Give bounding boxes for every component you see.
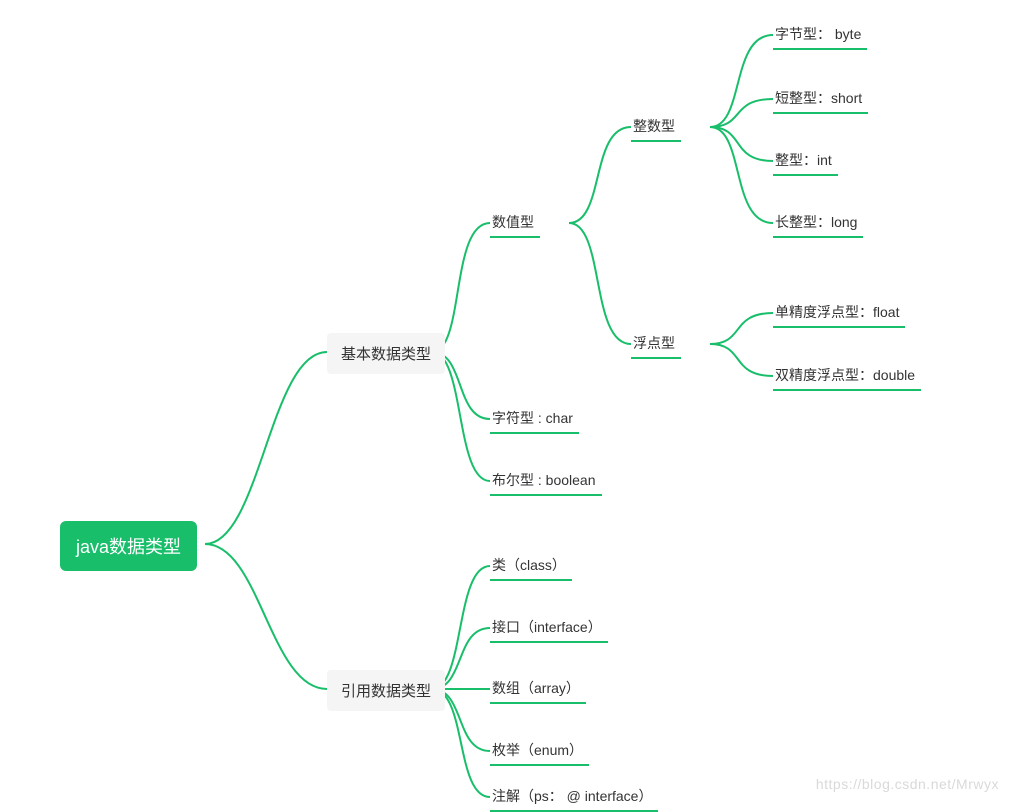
- node-byte: 字节型： byte: [773, 20, 867, 50]
- node-basic-type: 基本数据类型: [327, 333, 445, 374]
- node-reference-type: 引用数据类型: [327, 670, 445, 711]
- node-boolean: 布尔型 : boolean: [490, 466, 602, 496]
- node-enum: 枚举（enum）: [490, 736, 589, 766]
- node-annotation: 注解（ps： @ interface）: [490, 782, 658, 812]
- node-char: 字符型 : char: [490, 404, 579, 434]
- node-float-double: 双精度浮点型：double: [773, 361, 921, 391]
- node-interface: 接口（interface）: [490, 613, 608, 643]
- node-short: 短整型：short: [773, 84, 868, 114]
- node-long: 长整型：long: [773, 208, 863, 238]
- node-class: 类（class）: [490, 551, 572, 581]
- node-array: 数组（array）: [490, 674, 586, 704]
- node-integer: 整数型: [631, 112, 681, 142]
- node-int: 整型：int: [773, 146, 838, 176]
- mindmap-root: java数据类型: [60, 521, 197, 571]
- watermark-text: https://blog.csdn.net/Mrwyx: [816, 776, 999, 792]
- node-numeric: 数值型: [490, 208, 540, 238]
- node-float: 浮点型: [631, 329, 681, 359]
- node-float-single: 单精度浮点型：float: [773, 298, 905, 328]
